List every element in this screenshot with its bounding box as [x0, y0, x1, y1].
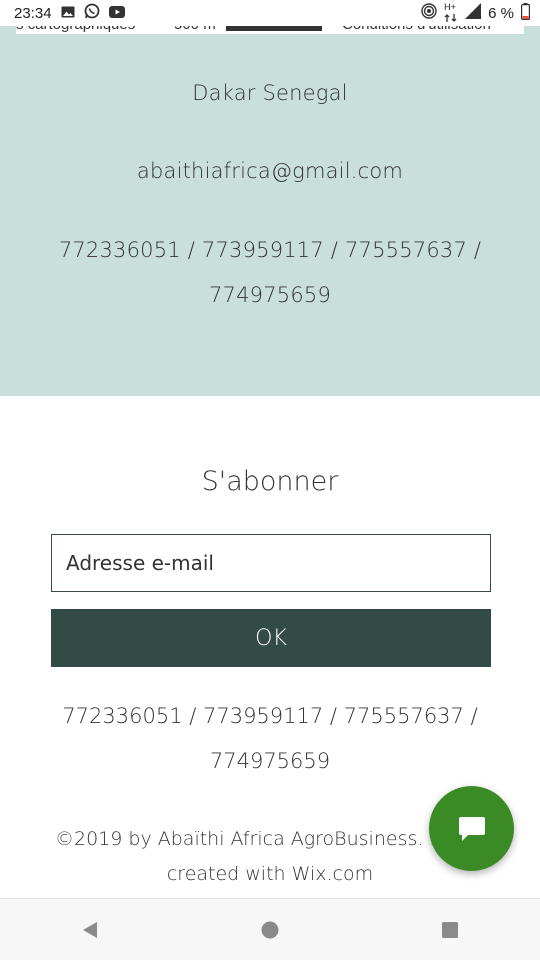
contact-phone-line-2: 774975659 — [208, 283, 332, 307]
system-nav-bar — [0, 898, 540, 960]
ok-button[interactable]: OK — [51, 609, 491, 667]
home-icon — [260, 920, 280, 940]
status-bar: 23:34 H+ 6 % — [0, 0, 540, 26]
chat-bubble-icon — [457, 814, 487, 844]
youtube-icon — [108, 5, 125, 22]
status-time: 23:34 — [14, 4, 52, 22]
hotspot-icon — [421, 3, 437, 23]
battery-text: 6 % — [488, 4, 514, 22]
whatsapp-icon — [84, 3, 100, 23]
network-type-label: H+ — [444, 2, 456, 12]
contact-section: Dakar Senegal abaithiafrica@gmail.com 77… — [0, 26, 540, 396]
footer-phone-line-1: 772336051 / 773959117 / 775557637 / — [62, 704, 478, 728]
signal-icon — [465, 3, 482, 23]
contact-city: Dakar Senegal — [192, 81, 348, 105]
recents-icon — [441, 921, 459, 939]
status-left: 23:34 — [14, 3, 125, 23]
chat-button[interactable] — [429, 786, 514, 871]
data-arrows-icon: H+ — [444, 2, 458, 22]
contact-phone-line-1: 772336051 / 773959117 / 775557637 / — [58, 238, 482, 262]
nav-home-button[interactable] — [240, 905, 300, 955]
image-icon — [61, 5, 75, 22]
nav-back-button[interactable] — [60, 905, 120, 955]
email-field[interactable] — [51, 534, 491, 592]
back-icon — [81, 920, 99, 940]
battery-low-icon — [521, 2, 531, 24]
subscribe-title: S'abonner — [201, 466, 339, 497]
status-right: H+ 6 % — [421, 2, 531, 24]
contact-email-link[interactable]: abaithiafrica@gmail.com — [0, 159, 540, 183]
footer-phone-line-2: 774975659 — [209, 749, 331, 773]
nav-recents-button[interactable] — [420, 905, 480, 955]
